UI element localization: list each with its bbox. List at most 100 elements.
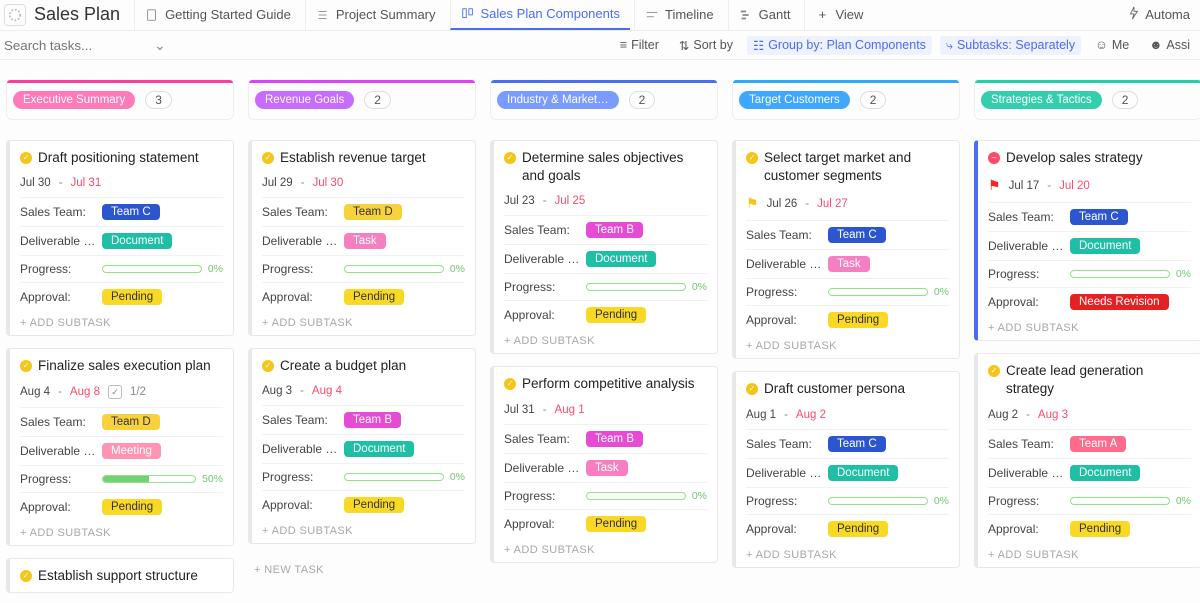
task-card[interactable]: ✓Establish revenue targetJul 29-Jul 30 S… xyxy=(248,140,476,336)
subtask-count: 1/2 xyxy=(130,386,146,398)
deliverable-tag[interactable]: Meeting xyxy=(102,443,161,459)
column-header[interactable]: Executive Summary 3 xyxy=(6,80,234,120)
assignee-button[interactable]: ☻ Assi xyxy=(1143,36,1196,54)
progress-bar[interactable]: 0% xyxy=(1070,495,1191,507)
chevron-down-icon[interactable]: ⌄ xyxy=(154,37,166,54)
team-tag[interactable]: Team B xyxy=(586,222,643,238)
tab-sales-plan-components[interactable]: Sales Plan Components xyxy=(450,0,630,30)
sort-button[interactable]: ⇅ Sort by xyxy=(673,36,739,55)
progress-bar[interactable]: 0% xyxy=(586,490,707,502)
tab-project-summary[interactable]: Project Summary xyxy=(305,0,446,30)
progress-bar[interactable]: 0% xyxy=(344,471,465,483)
column-header[interactable]: Strategies & Tactics 2 xyxy=(974,80,1200,120)
task-card[interactable]: ✓Create lead generation strategyAug 2-Au… xyxy=(974,353,1200,567)
team-tag[interactable]: Team A xyxy=(1070,436,1126,452)
task-card[interactable]: ✓Select target market and customer segme… xyxy=(732,140,960,359)
deliverable-tag[interactable]: Task xyxy=(828,256,870,272)
tab-label: View xyxy=(835,7,863,22)
deliverable-tag[interactable]: Document xyxy=(344,441,414,457)
progress-bar[interactable]: 0% xyxy=(344,263,465,275)
approval-tag[interactable]: Needs Revision xyxy=(1070,294,1169,310)
progress-bar[interactable]: 0% xyxy=(102,263,223,275)
task-card[interactable]: ✓Create a budget planAug 3-Aug 4 Sales T… xyxy=(248,348,476,544)
deliverable-tag[interactable]: Document xyxy=(828,465,898,481)
team-tag[interactable]: Team C xyxy=(828,436,886,452)
add-subtask-button[interactable]: + ADD SUBTASK xyxy=(746,543,949,561)
gantt-icon xyxy=(739,8,753,22)
tab-gantt[interactable]: Gantt xyxy=(728,0,801,30)
deliverable-row: Deliverable … Document xyxy=(988,231,1191,260)
start-date: Jul 29 xyxy=(262,177,293,189)
approval-tag[interactable]: Pending xyxy=(344,289,404,305)
deliverable-tag[interactable]: Document xyxy=(1070,465,1140,481)
column-header[interactable]: Industry & Market… 2 xyxy=(490,80,718,120)
deliverable-tag[interactable]: Task xyxy=(344,233,386,249)
progress-bar[interactable]: 50% xyxy=(102,473,223,485)
card-title: ✓Perform competitive analysis xyxy=(504,375,707,393)
approval-tag[interactable]: Pending xyxy=(586,516,646,532)
progress-bar[interactable]: 0% xyxy=(828,286,949,298)
sales-team-row: Sales Team: Team C xyxy=(746,220,949,249)
tab-getting-started[interactable]: Getting Started Guide xyxy=(134,0,301,30)
approval-tag[interactable]: Pending xyxy=(102,289,162,305)
deliverable-row: Deliverable … Document xyxy=(746,458,949,487)
approval-tag[interactable]: Pending xyxy=(102,499,162,515)
end-date: Aug 1 xyxy=(555,404,585,416)
add-subtask-button[interactable]: + ADD SUBTASK xyxy=(20,521,223,539)
approval-tag[interactable]: Pending xyxy=(586,307,646,323)
approval-tag[interactable]: Pending xyxy=(1070,521,1130,537)
tab-timeline[interactable]: Timeline xyxy=(634,0,724,30)
deliverable-tag[interactable]: Document xyxy=(1070,238,1140,254)
approval-tag[interactable]: Pending xyxy=(344,497,404,513)
tab-add-view[interactable]: + View xyxy=(804,0,873,30)
list-icon xyxy=(316,8,330,22)
team-tag[interactable]: Team B xyxy=(344,412,401,428)
task-card[interactable]: –Develop sales strategy⚑Jul 17-Jul 20 Sa… xyxy=(974,140,1200,341)
group-button[interactable]: ☷ Group by: Plan Components xyxy=(747,36,932,55)
progress-bar[interactable]: 0% xyxy=(828,495,949,507)
add-subtask-button[interactable]: + ADD SUBTASK xyxy=(988,316,1191,334)
search-input-wrap[interactable] xyxy=(4,38,154,53)
approval-tag[interactable]: Pending xyxy=(828,521,888,537)
automation-button[interactable]: Automa xyxy=(1121,2,1196,27)
deliverable-row: Deliverable … Task xyxy=(504,453,707,482)
team-tag[interactable]: Team D xyxy=(344,204,402,220)
task-card[interactable]: ✓Finalize sales execution planAug 4-Aug … xyxy=(6,348,234,546)
team-tag[interactable]: Team C xyxy=(1070,209,1128,225)
column-header[interactable]: Target Customers 2 xyxy=(732,80,960,120)
deliverable-tag[interactable]: Document xyxy=(586,251,656,267)
field-label: Deliverable … xyxy=(504,252,586,266)
app-icon[interactable] xyxy=(4,4,26,26)
add-subtask-button[interactable]: + ADD SUBTASK xyxy=(504,329,707,347)
deliverable-tag[interactable]: Document xyxy=(102,233,172,249)
progress-bar[interactable]: 0% xyxy=(1070,268,1191,280)
add-subtask-button[interactable]: + ADD SUBTASK xyxy=(20,311,223,329)
card-dates: Jul 23-Jul 25 xyxy=(504,195,707,207)
team-tag[interactable]: Team D xyxy=(102,414,160,430)
add-subtask-button[interactable]: + ADD SUBTASK xyxy=(262,519,465,537)
task-card[interactable]: ✓Perform competitive analysisJul 31-Aug … xyxy=(490,366,718,562)
search-input[interactable] xyxy=(4,38,154,53)
task-card[interactable]: ✓Draft customer personaAug 1-Aug 2 Sales… xyxy=(732,371,960,567)
status-dot-icon: ✓ xyxy=(20,152,32,164)
task-card[interactable]: ✓Establish support structure xyxy=(6,558,234,592)
subtasks-button[interactable]: ⤷ Subtasks: Separately xyxy=(940,36,1081,55)
new-task-button[interactable]: + NEW TASK xyxy=(248,556,476,584)
task-card[interactable]: ✓Determine sales objectives and goalsJul… xyxy=(490,140,718,354)
add-subtask-button[interactable]: + ADD SUBTASK xyxy=(988,543,1191,561)
filter-button[interactable]: ≡ Filter xyxy=(614,36,665,54)
task-card[interactable]: ✓Draft positioning statementJul 30-Jul 3… xyxy=(6,140,234,336)
column-header[interactable]: Revenue Goals 2 xyxy=(248,80,476,120)
approval-row: Approval: Pending xyxy=(262,282,465,311)
add-subtask-button[interactable]: + ADD SUBTASK xyxy=(262,311,465,329)
progress-bar[interactable]: 0% xyxy=(586,281,707,293)
add-subtask-button[interactable]: + ADD SUBTASK xyxy=(504,538,707,556)
card-title-text: Finalize sales execution plan xyxy=(38,357,211,375)
me-button[interactable]: ☺ Me xyxy=(1089,36,1135,54)
deliverable-tag[interactable]: Task xyxy=(586,460,628,476)
team-tag[interactable]: Team C xyxy=(828,227,886,243)
approval-tag[interactable]: Pending xyxy=(828,312,888,328)
team-tag[interactable]: Team B xyxy=(586,431,643,447)
add-subtask-button[interactable]: + ADD SUBTASK xyxy=(746,334,949,352)
team-tag[interactable]: Team C xyxy=(102,204,160,220)
